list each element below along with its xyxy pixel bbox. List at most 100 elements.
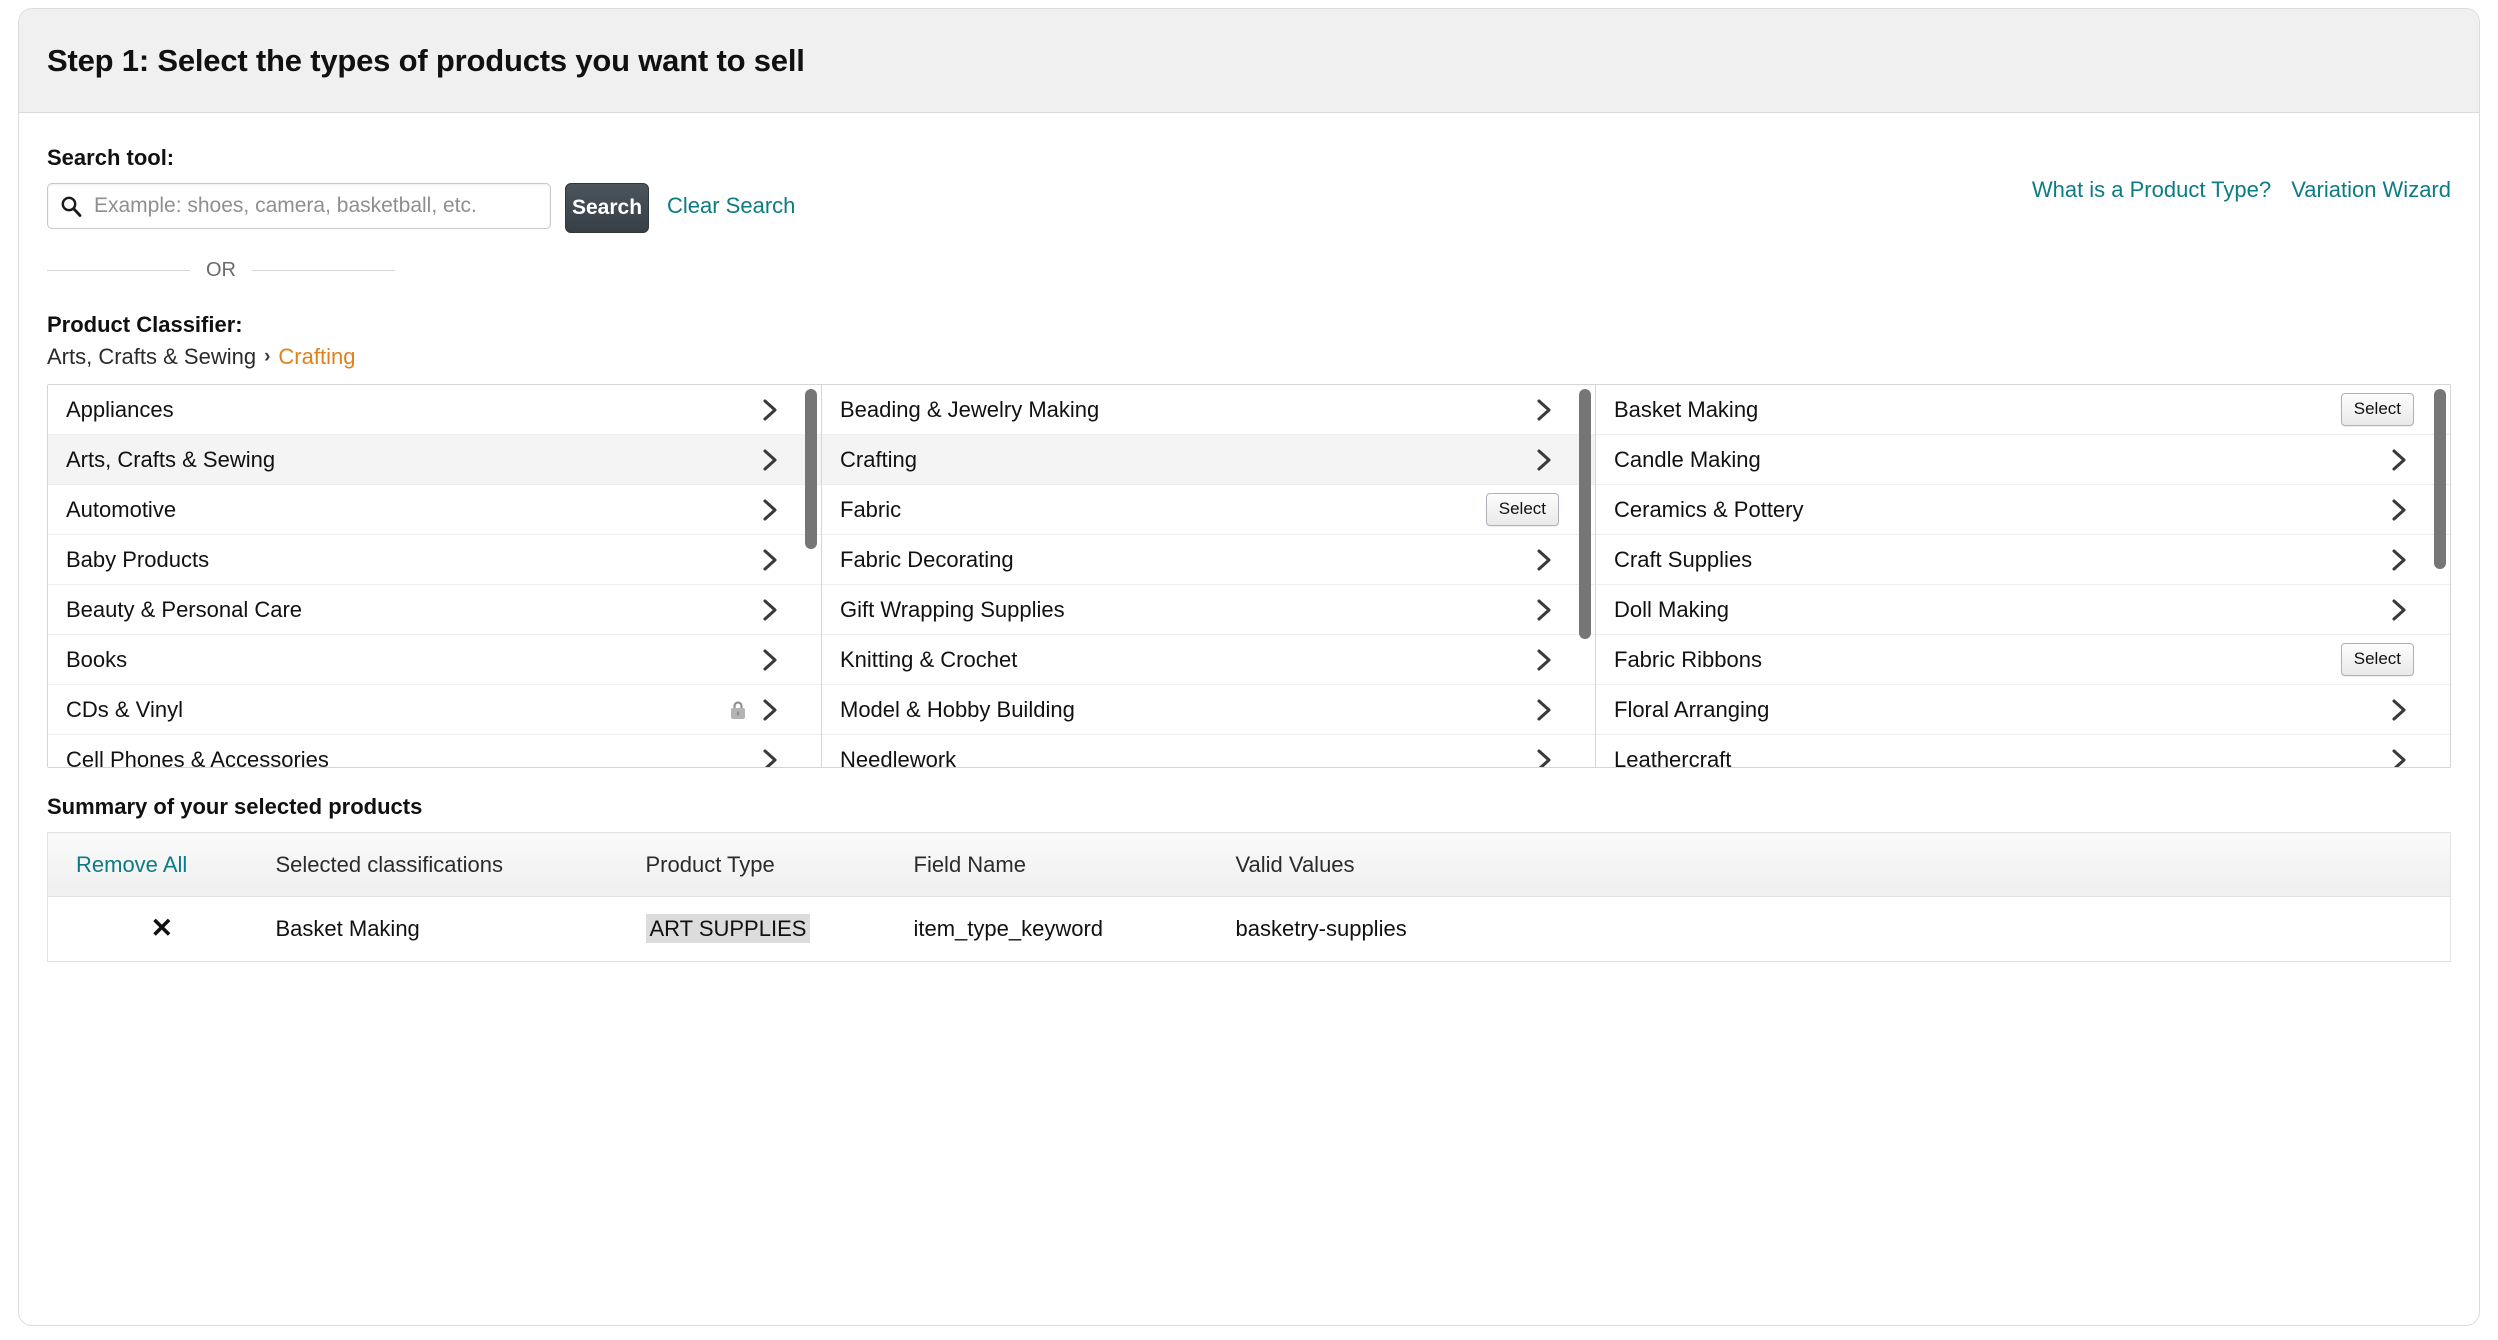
breadcrumb-separator-icon: ›: [264, 346, 270, 368]
classifier-column-3: Basket MakingSelectCandle MakingCeramics…: [1596, 385, 2450, 767]
classifier-row-label: Fabric Decorating: [840, 547, 1533, 573]
classifier-row[interactable]: Basket MakingSelect: [1596, 385, 2450, 435]
summary-table: Remove All Selected classifications Prod…: [47, 832, 2451, 962]
classifier-row[interactable]: Gift Wrapping Supplies: [822, 585, 1595, 635]
summary-header-product-type: Product Type: [646, 833, 914, 897]
summary-table-body: ✕Basket MakingART SUPPLIESitem_type_keyw…: [48, 897, 2451, 962]
summary-header-remove-all: Remove All: [48, 833, 276, 897]
classifier-row[interactable]: Doll Making: [1596, 585, 2450, 635]
divider-line-left: [47, 270, 190, 271]
classifier-row[interactable]: CDs & Vinyl: [48, 685, 821, 735]
product-type-chip: ART SUPPLIES: [646, 914, 811, 943]
classifier-row[interactable]: Beading & Jewelry Making: [822, 385, 1595, 435]
classifier-column-2-scrollbar[interactable]: [1579, 389, 1591, 639]
chevron-right-icon: [1533, 397, 1555, 423]
chevron-right-icon: [759, 747, 781, 767]
classifier-row[interactable]: Automotive: [48, 485, 821, 535]
summary-cell-classification: Basket Making: [276, 897, 646, 962]
chevron-right-icon: [2388, 597, 2410, 623]
chevron-right-icon: [2388, 547, 2410, 573]
classifier-row[interactable]: Model & Hobby Building: [822, 685, 1595, 735]
classifier-row[interactable]: Ceramics & Pottery: [1596, 485, 2450, 535]
classifier-row-label: Beauty & Personal Care: [66, 597, 759, 623]
classifier-row-label: Books: [66, 647, 759, 673]
classifier-row-label: Arts, Crafts & Sewing: [66, 447, 759, 473]
classifier-row[interactable]: Arts, Crafts & Sewing: [48, 435, 821, 485]
breadcrumb-item-0[interactable]: Arts, Crafts & Sewing: [47, 344, 256, 370]
summary-cell-valid-values: basketry-supplies: [1236, 897, 2451, 962]
classifier-row[interactable]: Cell Phones & Accessories: [48, 735, 821, 767]
link-what-is-a-product-type[interactable]: What is a Product Type?: [2032, 177, 2271, 202]
select-button[interactable]: Select: [2341, 643, 2414, 676]
chevron-right-icon: [1533, 747, 1555, 767]
classifier-column-3-list: Basket MakingSelectCandle MakingCeramics…: [1596, 385, 2450, 767]
classifier-row-label: Crafting: [840, 447, 1533, 473]
classifier-row-label: Knitting & Crochet: [840, 647, 1533, 673]
classifier-row[interactable]: Beauty & Personal Care: [48, 585, 821, 635]
classifier-row-label: CDs & Vinyl: [66, 697, 729, 723]
search-icon: [60, 195, 82, 217]
classifier-row-label: Baby Products: [66, 547, 759, 573]
classifier-row[interactable]: Craft Supplies: [1596, 535, 2450, 585]
classifier-column-1-list: Appliances Arts, Crafts & Sewing Automotiv…: [48, 385, 821, 767]
classifier-row-label: Appliances: [66, 397, 759, 423]
chevron-right-icon: [1533, 547, 1555, 573]
chevron-right-icon: [2388, 697, 2410, 723]
classifier-row-label: Model & Hobby Building: [840, 697, 1533, 723]
breadcrumb: Arts, Crafts & Sewing › Crafting: [47, 344, 2451, 370]
chevron-right-icon: [759, 547, 781, 573]
search-button[interactable]: Search: [565, 183, 649, 233]
search-tool-label: Search tool:: [47, 145, 2451, 171]
classifier-row-label: Fabric Ribbons: [1614, 647, 2341, 673]
classifier-column-1-scrollbar[interactable]: [805, 389, 817, 549]
classifier-row[interactable]: Knitting & Crochet: [822, 635, 1595, 685]
classifier-row[interactable]: Floral Arranging: [1596, 685, 2450, 735]
chevron-right-icon: [759, 597, 781, 623]
classifier-column-1: Appliances Arts, Crafts & Sewing Automotiv…: [48, 385, 822, 767]
summary-header-valid-values: Valid Values: [1236, 833, 2451, 897]
classifier-row[interactable]: Leathercraft: [1596, 735, 2450, 767]
breadcrumb-item-1[interactable]: Crafting: [278, 344, 355, 370]
product-classifier-panel: Step 1: Select the types of products you…: [18, 8, 2480, 1326]
classifier-row[interactable]: Fabric Decorating: [822, 535, 1595, 585]
classifier-row[interactable]: Fabric RibbonsSelect: [1596, 635, 2450, 685]
classifier-row[interactable]: Crafting: [822, 435, 1595, 485]
search-box[interactable]: [47, 183, 551, 229]
chevron-right-icon: [1533, 647, 1555, 673]
classifier-row[interactable]: Candle Making: [1596, 435, 2450, 485]
summary-header-selected-classifications: Selected classifications: [276, 833, 646, 897]
remove-all-link[interactable]: Remove All: [76, 852, 187, 877]
summary-cell-remove: ✕: [48, 897, 276, 962]
classifier-columns: Appliances Arts, Crafts & Sewing Automotiv…: [47, 384, 2451, 768]
chevron-right-icon: [759, 397, 781, 423]
classifier-row-label: Craft Supplies: [1614, 547, 2388, 573]
chevron-right-icon: [759, 497, 781, 523]
clear-search-link[interactable]: Clear Search: [667, 193, 795, 219]
classifier-row-label: Leathercraft: [1614, 747, 2388, 767]
remove-row-icon[interactable]: ✕: [150, 913, 173, 943]
summary-title: Summary of your selected products: [47, 794, 2451, 820]
table-row: ✕Basket MakingART SUPPLIESitem_type_keyw…: [48, 897, 2451, 962]
select-button[interactable]: Select: [2341, 393, 2414, 426]
page-title: Step 1: Select the types of products you…: [47, 43, 805, 79]
classifier-row-label: Needlework: [840, 747, 1533, 767]
classifier-row[interactable]: Baby Products: [48, 535, 821, 585]
summary-table-head: Remove All Selected classifications Prod…: [48, 833, 2451, 897]
classifier-column-3-scrollbar[interactable]: [2434, 389, 2446, 569]
classifier-row-label: Automotive: [66, 497, 759, 523]
classifier-column-2-list: Beading & Jewelry Making Crafting FabricSe…: [822, 385, 1595, 767]
classifier-row-label: Floral Arranging: [1614, 697, 2388, 723]
chevron-right-icon: [1533, 697, 1555, 723]
classifier-row-label: Cell Phones & Accessories: [66, 747, 759, 767]
link-variation-wizard[interactable]: Variation Wizard: [2291, 177, 2451, 202]
classifier-row[interactable]: FabricSelect: [822, 485, 1595, 535]
chevron-right-icon: [2388, 497, 2410, 523]
classifier-row[interactable]: Appliances: [48, 385, 821, 435]
classifier-row[interactable]: Needlework: [822, 735, 1595, 767]
select-button[interactable]: Select: [1486, 493, 1559, 526]
classifier-row[interactable]: Books: [48, 635, 821, 685]
top-links: What is a Product Type? Variation Wizard: [2032, 177, 2451, 203]
search-input[interactable]: [92, 193, 538, 219]
classifier-column-2: Beading & Jewelry Making Crafting FabricSe…: [822, 385, 1596, 767]
or-divider: OR: [47, 259, 395, 282]
